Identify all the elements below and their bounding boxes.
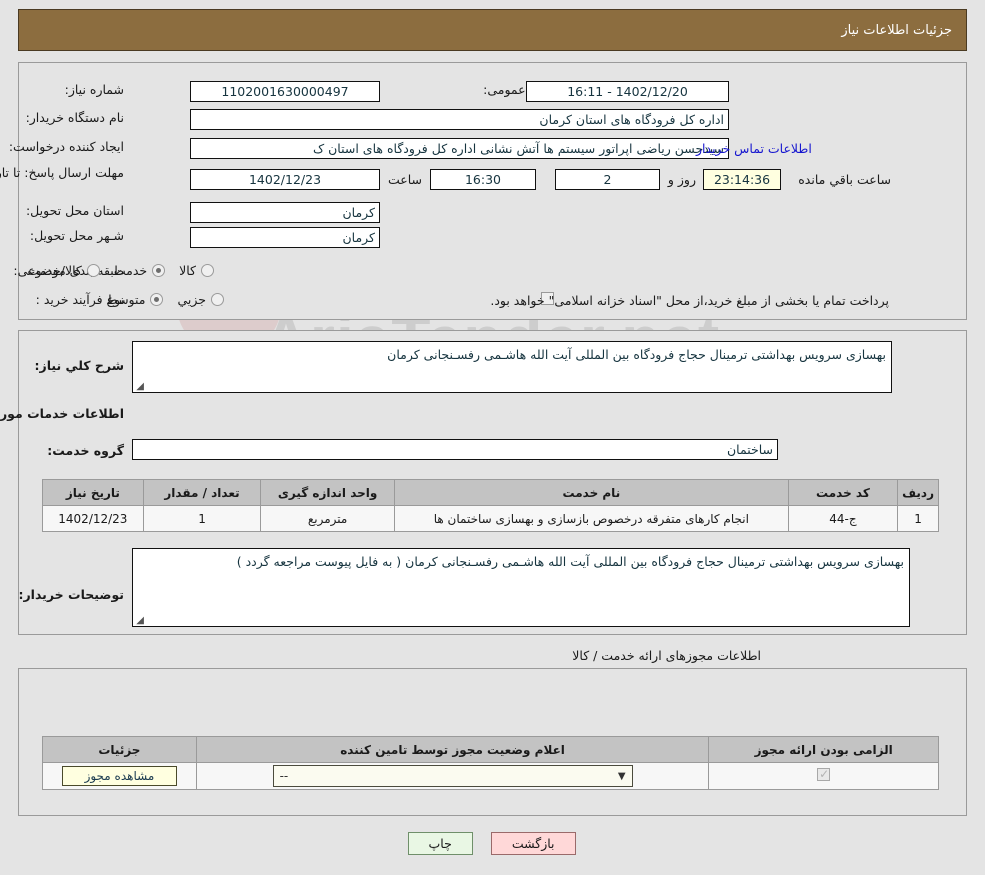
footer-button-bar: بازگشت چاپ <box>0 832 985 855</box>
buyer-org-label: نام دستگاه خریدار: <box>26 110 125 125</box>
province-field[interactable]: کرمان <box>191 202 381 223</box>
cell-permit-details: مشاهده مجوز <box>43 762 198 790</box>
buyer-org-label-wrap: نام دستگاه خریدار: <box>27 110 125 125</box>
countdown-timer-field: 23:14:36 <box>704 169 782 190</box>
summary-text: بهسازی سرویس بهداشتی ترمینال حجاج فرودگا… <box>388 347 887 362</box>
buyer-notes-text: بهسازی سرویس بهداشتی ترمینال حجاج فرودگا… <box>237 554 905 569</box>
permits-table-row: ▼ -- مشاهده مجوز <box>43 762 940 790</box>
need-number-row: شماره نیاز: <box>66 82 125 97</box>
cell-permit-required <box>709 762 940 790</box>
th-permit-status: اعلام وضعیت مجوز توسط تامین کننده <box>196 736 711 763</box>
summary-label: شرح کلي نیاز: <box>35 358 125 373</box>
process-radio-medium[interactable] <box>151 293 165 306</box>
permits-section-label: اطلاعات مجوزهای ارائه خدمت / کالا <box>573 648 762 663</box>
buyer-org-field[interactable]: اداره کل فرودگاه های استان کرمان <box>191 109 730 130</box>
requester-label-wrap: ایجاد کننده درخواست: <box>10 139 125 154</box>
permit-required-checkbox <box>818 767 832 781</box>
permits-table: الزامی بودن ارائه مجوز اعلام وضعیت مجوز … <box>43 736 940 790</box>
process-radio-minor-label: جزیي <box>178 292 207 307</box>
services-table-header-row: ردیف کد خدمت نام خدمت واحد اندازه گیری ت… <box>43 479 940 506</box>
cell-service-code: ج-44 <box>788 505 900 532</box>
announce-datetime-field[interactable]: 1402/12/20 - 16:11 <box>527 81 730 102</box>
permits-table-header-row: الزامی بودن ارائه مجوز اعلام وضعیت مجوز … <box>43 736 940 763</box>
category-radio-goods-service[interactable] <box>87 264 101 277</box>
cell-quantity: 1 <box>143 505 263 532</box>
category-radio-goods-label: کالا <box>180 263 197 278</box>
cell-permit-status: ▼ -- <box>196 762 711 790</box>
category-radio-goods[interactable] <box>202 264 215 277</box>
city-field[interactable]: کرمان <box>191 227 381 248</box>
page-root: ↓ AriaTender.net جزئیات اطلاعات نیاز شما… <box>0 0 985 875</box>
service-group-label: گروه خدمت: <box>48 443 125 458</box>
treasury-payment-note: پرداخت تمام یا بخشی از مبلغ خرید،از محل … <box>491 293 890 308</box>
buyer-notes-label: توضیحات خریدار: <box>19 587 125 602</box>
requester-field[interactable]: سیدحسن ریاضی اپراتور سیستم ها آتش نشانی … <box>191 138 730 159</box>
th-service-code: کد خدمت <box>788 479 900 506</box>
need-number-field[interactable]: 1102001630000497 <box>191 81 381 102</box>
return-button[interactable]: بازگشت <box>491 832 577 855</box>
need-info-panel <box>19 62 968 320</box>
province-label: استان محل تحویل: <box>26 203 125 218</box>
buyer-notes-textarea[interactable]: بهسازی سرویس بهداشتی ترمینال حجاج فرودگا… <box>133 548 911 627</box>
th-quantity: تعداد / مقدار <box>143 479 263 506</box>
process-radio-group: جزیي متوسط <box>93 292 225 307</box>
deadline-label: مهلت ارسال پاسخ: تا تاریخ: <box>0 165 125 180</box>
th-row-no: ردیف <box>898 479 940 506</box>
process-radio-medium-label: متوسط <box>107 292 147 307</box>
province-label-wrap: استان محل تحویل: <box>27 203 125 218</box>
category-radio-group: کالا خدمت کالا/خدمت <box>14 263 215 278</box>
permit-status-value: -- <box>280 769 290 783</box>
cell-row-no: 1 <box>898 505 940 532</box>
remaining-hours-label: ساعت باقي مانده <box>799 172 892 187</box>
cell-unit: مترمربع <box>261 505 396 532</box>
deadline-date-field[interactable]: 1402/12/23 <box>191 169 381 190</box>
cell-service-name: انجام کارهای متفرقه درخصوص بازسازی و بهس… <box>394 505 790 532</box>
th-permit-details: جزئیات <box>43 736 198 763</box>
city-label: شـهر محل تحویل: <box>30 228 125 243</box>
table-row: 1 ج-44 انجام کارهای متفرقه درخصوص بازساز… <box>43 505 940 532</box>
page-title: جزئیات اطلاعات نیاز <box>842 22 953 38</box>
th-need-date: تاریخ نیاز <box>43 479 145 506</box>
remaining-days-label: روز و <box>668 172 697 187</box>
city-label-wrap: شـهر محل تحویل: <box>31 228 125 243</box>
process-radio-minor[interactable] <box>212 293 225 306</box>
th-permit-required: الزامی بودن ارائه مجوز <box>709 736 940 763</box>
th-service-name: نام خدمت <box>394 479 790 506</box>
permit-status-select[interactable]: ▼ -- <box>273 765 634 787</box>
remaining-days-field[interactable]: 2 <box>556 169 661 190</box>
category-radio-service[interactable] <box>153 264 167 277</box>
category-radio-service-label: خدمت <box>114 263 149 278</box>
deadline-hour-label: ساعت <box>388 172 423 187</box>
buyer-contact-link[interactable]: اطلاعات تماس خریدار <box>697 141 813 156</box>
summary-textarea[interactable]: بهسازی سرویس بهداشتی ترمینال حجاج فرودگا… <box>133 341 893 393</box>
requester-label: ایجاد کننده درخواست: <box>9 139 125 154</box>
cell-need-date: 1402/12/23 <box>43 505 145 532</box>
print-button[interactable]: چاپ <box>408 832 474 855</box>
resize-grip-icon[interactable]: ◢ <box>136 382 145 392</box>
view-permit-button[interactable]: مشاهده مجوز <box>62 766 179 786</box>
th-unit: واحد اندازه گیری <box>261 479 396 506</box>
category-radio-goods-service-label: کالا/خدمت <box>28 263 83 278</box>
resize-grip-icon-notes[interactable]: ◢ <box>136 616 145 626</box>
chevron-down-icon: ▼ <box>618 770 627 782</box>
deadline-time-field[interactable]: 16:30 <box>431 169 537 190</box>
page-title-bar: جزئیات اطلاعات نیاز <box>19 9 968 51</box>
services-table: ردیف کد خدمت نام خدمت واحد اندازه گیری ت… <box>43 479 940 532</box>
services-heading: اطلاعات خدمات مورد نیاز <box>0 406 125 421</box>
need-number-label: شماره نیاز: <box>65 82 125 97</box>
service-group-field[interactable]: ساختمان <box>133 439 779 460</box>
deadline-label-wrap: مهلت ارسال پاسخ: تا تاریخ: <box>0 162 125 181</box>
